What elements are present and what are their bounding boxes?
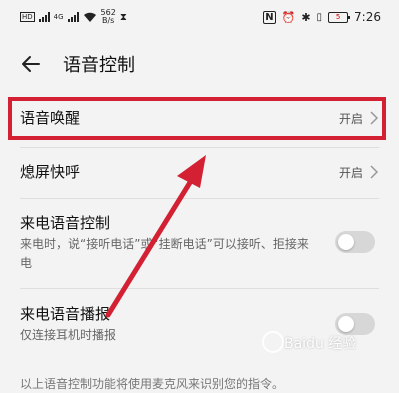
baidu-paw-icon	[262, 331, 284, 353]
status-bar: HD 4G 562 B/s ⧗ N ⏰ ✱ ▯ 5 7:26	[0, 0, 399, 38]
signal-icon-2	[67, 12, 79, 22]
footnote: 以上语音控制功能将使用麦克风来识别您的指令。	[20, 377, 285, 391]
setting-label: 熄屏快呼	[20, 163, 81, 181]
bluetooth-icon: ✱	[301, 10, 311, 24]
battery-icon: 5	[328, 11, 351, 23]
setting-label: 来电语音控制	[20, 214, 111, 232]
call-voice-control-toggle[interactable]	[335, 231, 375, 253]
setting-call-voice-control: 来电语音控制 来电时，说“接听电话”或“挂断电话”可以接听、拒接来电	[0, 204, 399, 284]
setting-value: 开启	[338, 166, 363, 180]
back-arrow-icon[interactable]	[18, 51, 44, 77]
net-speed-unit: B/s	[102, 16, 115, 25]
divider	[20, 288, 379, 289]
divider	[20, 198, 379, 199]
clock: 7:26	[354, 10, 381, 24]
setting-screen-off-quick-call[interactable]: 熄屏快呼 开启	[0, 150, 399, 194]
signal-icon	[38, 12, 50, 22]
sim1-label: HD	[20, 12, 35, 22]
battery-level: 5	[335, 12, 341, 21]
nfc-icon: N	[263, 10, 276, 24]
vibrate-icon: ▯	[316, 11, 323, 23]
divider	[20, 147, 379, 148]
wifi-icon	[83, 12, 96, 22]
watermark: Baidu 经验	[284, 336, 357, 352]
call-announcement-toggle[interactable]	[335, 313, 375, 335]
setting-description: 来电时，说“接听电话”或“挂断电话”可以接听、拒接来电	[20, 237, 309, 270]
app-header: 语音控制	[0, 44, 399, 84]
toggle-knob	[338, 234, 354, 250]
hourglass-icon: ⧗	[119, 11, 127, 23]
setting-label: 来电语音播报	[20, 305, 111, 323]
alarm-icon: ⏰	[281, 10, 296, 24]
page-title: 语音控制	[63, 55, 135, 76]
chevron-right-icon	[370, 165, 379, 179]
net-speed: 562 B/s	[101, 9, 116, 25]
highlight-box	[8, 97, 386, 140]
toggle-knob	[338, 316, 354, 332]
sim2-label: 4G	[53, 13, 64, 21]
